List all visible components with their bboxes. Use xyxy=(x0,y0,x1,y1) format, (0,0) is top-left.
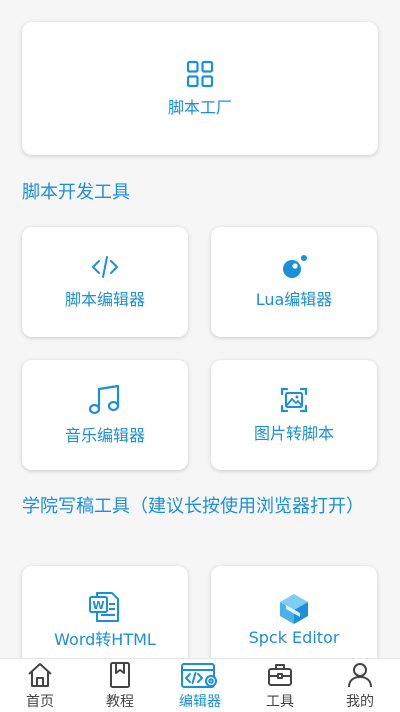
nav-item-home[interactable]: 首页 xyxy=(0,659,80,712)
word-icon: W xyxy=(88,590,122,624)
editor-icon xyxy=(180,661,220,689)
image-to-script-label: 图片转脚本 xyxy=(253,424,334,443)
spck-editor-label: Spck Editor xyxy=(248,628,340,647)
spck-icon xyxy=(278,592,310,626)
nav-item-editor[interactable]: 编辑器 xyxy=(160,659,240,712)
image-scan-icon xyxy=(279,386,309,414)
user-icon xyxy=(346,661,374,689)
nav-label-editor: 编辑器 xyxy=(179,694,221,710)
script-editor-card[interactable]: 脚本编辑器 xyxy=(22,227,188,337)
section-title-college-tools: 学院写稿工具（建议长按使用浏览器打开） xyxy=(22,496,364,517)
bottom-nav: 首页 教程 编辑器 工具 我的 xyxy=(0,658,400,712)
home-icon xyxy=(26,661,54,689)
lua-editor-label: Lua编辑器 xyxy=(255,290,333,309)
nav-item-tutorial[interactable]: 教程 xyxy=(80,659,160,712)
nav-label-profile: 我的 xyxy=(346,694,374,710)
svg-text:W: W xyxy=(92,599,104,612)
nav-item-profile[interactable]: 我的 xyxy=(320,659,400,712)
music-editor-label: 音乐编辑器 xyxy=(64,426,145,445)
nav-item-tools[interactable]: 工具 xyxy=(240,659,320,712)
lua-icon xyxy=(280,254,308,280)
word-to-html-label: Word转HTML xyxy=(54,630,156,649)
grid-icon xyxy=(186,60,214,88)
script-factory-card[interactable]: 脚本工厂 xyxy=(22,22,378,155)
nav-label-home: 首页 xyxy=(26,694,54,710)
script-editor-label: 脚本编辑器 xyxy=(64,290,145,309)
image-to-script-card[interactable]: 图片转脚本 xyxy=(211,360,377,470)
music-editor-card[interactable]: 音乐编辑器 xyxy=(22,360,188,470)
section-title-dev-tools: 脚本开发工具 xyxy=(22,182,130,203)
bookmark-icon xyxy=(106,661,134,689)
script-factory-label: 脚本工厂 xyxy=(167,97,232,117)
lua-editor-card[interactable]: Lua编辑器 xyxy=(211,227,377,337)
code-icon xyxy=(90,254,120,280)
nav-label-tutorial: 教程 xyxy=(106,694,134,710)
nav-label-tools: 工具 xyxy=(266,694,294,710)
toolbox-icon xyxy=(266,661,294,689)
music-icon xyxy=(87,384,123,416)
